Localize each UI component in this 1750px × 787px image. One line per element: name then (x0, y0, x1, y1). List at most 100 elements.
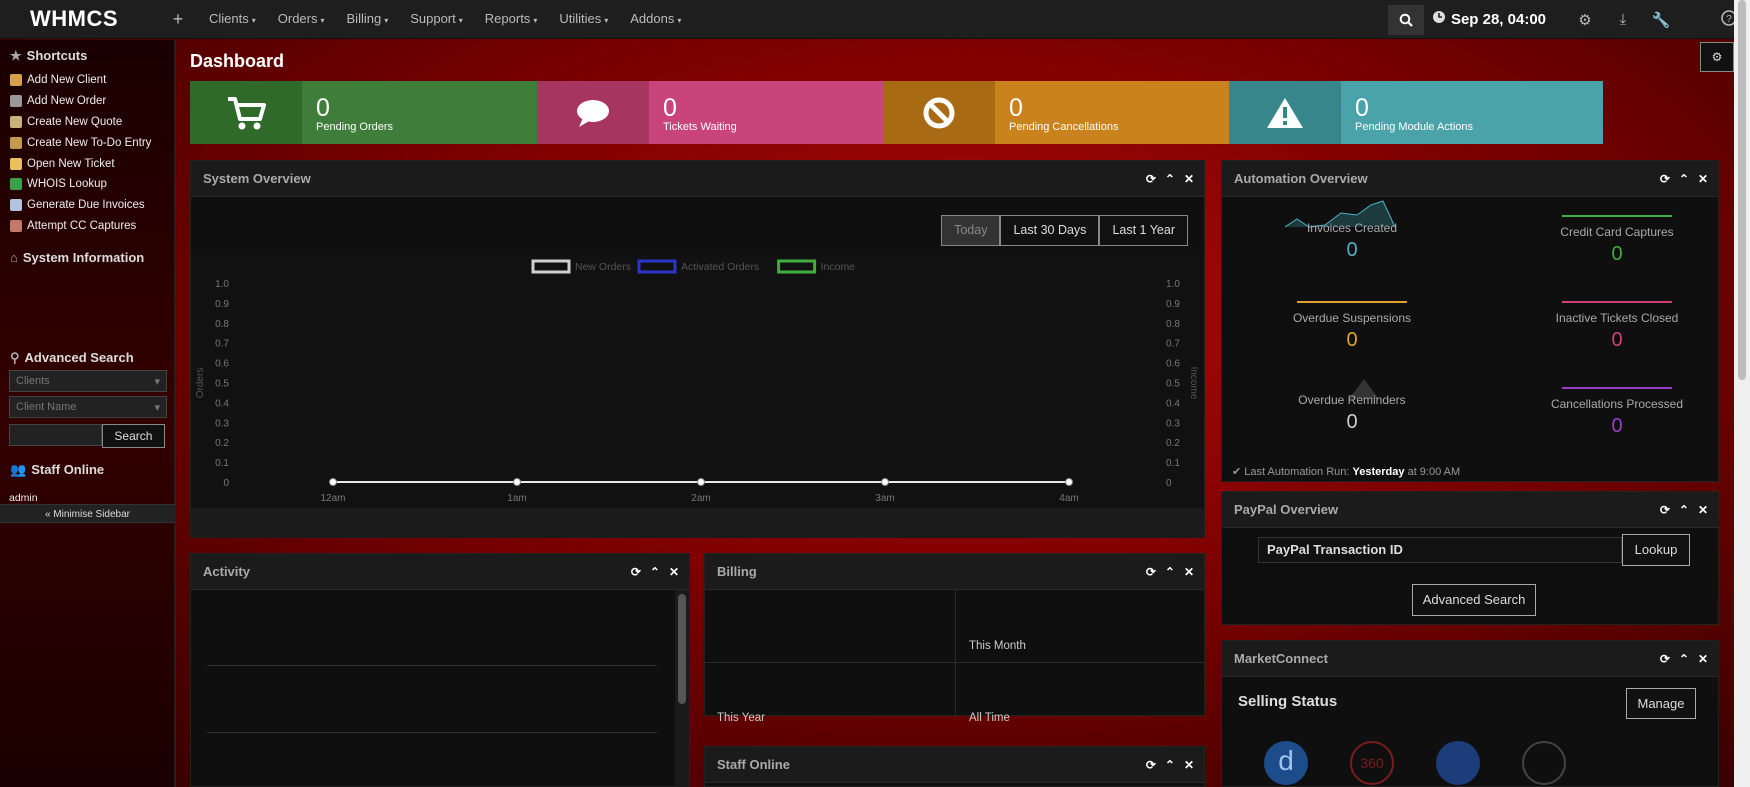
refresh-icon[interactable]: ⟳ (1146, 172, 1156, 186)
collapse-icon[interactable]: ⌃ (1679, 503, 1689, 517)
system-info-heading[interactable]: ⌂ System Information (0, 250, 174, 265)
refresh-icon[interactable]: ⟳ (1660, 503, 1670, 517)
stat-box-pending-module-actions[interactable]: 0 Pending Module Actions (1229, 81, 1603, 144)
caret-down-icon: ▾ (604, 15, 609, 25)
data-point[interactable] (697, 478, 705, 486)
gear-icon[interactable]: ⚙ (1566, 11, 1604, 29)
collapse-icon[interactable]: ⌃ (650, 565, 660, 579)
shortcut-icon (10, 136, 22, 149)
automation-sparkline (1297, 301, 1407, 303)
y-tick-label: 0.3 (215, 418, 229, 429)
automation-label: Overdue Reminders (1298, 393, 1406, 407)
close-icon[interactable]: ✕ (1184, 172, 1194, 186)
billing-divider (955, 590, 956, 717)
users-icon: 👥 (10, 462, 27, 478)
y-tick-label: 0.2 (215, 438, 229, 449)
activity-panel: Activity ⟳ ⌃ ✕ (190, 553, 690, 787)
automation-label: Inactive Tickets Closed (1555, 311, 1679, 325)
search-type-select[interactable]: Clients ▾ (9, 370, 167, 393)
stat-label: Tickets Waiting (663, 121, 737, 133)
panel-title: Automation Overview (1234, 171, 1368, 186)
search-field-select[interactable]: Client Name ▾ (9, 396, 167, 419)
shortcut-item[interactable]: Attempt CC Captures (0, 216, 174, 237)
menu-item-billing[interactable]: Billing ▾ (336, 0, 400, 40)
shortcuts-title: Shortcuts (26, 48, 88, 63)
collapse-icon[interactable]: ⌃ (1165, 565, 1175, 579)
download-icon[interactable]: ⤓ (1604, 11, 1642, 28)
stat-box-pending-orders[interactable]: 0 Pending Orders (190, 81, 564, 144)
minimise-sidebar-button[interactable]: « Minimise Sidebar (0, 504, 175, 523)
range-button-today[interactable]: Today (941, 215, 1001, 246)
shortcut-item[interactable]: Generate Due Invoices (0, 195, 174, 216)
shortcut-label: Create New Quote (27, 115, 123, 128)
main-menu: Clients ▾ Orders ▾ Billing ▾ Support ▾ Reports ▾ U… (198, 0, 692, 40)
widget-settings-button[interactable]: ⚙ (1700, 42, 1734, 72)
panel-title: Billing (717, 564, 757, 579)
collapse-icon[interactable]: ⌃ (1679, 652, 1689, 666)
system-info-title: System Information (22, 250, 145, 266)
whmcs-logo[interactable]: WHMCS (0, 0, 158, 39)
search-row: Search (9, 424, 165, 449)
automation-stat: Inactive Tickets Closed 0 (1517, 301, 1717, 352)
search-input[interactable] (9, 424, 102, 447)
panel-tools: ⟳ ⌃ ✕ (1146, 161, 1194, 197)
caret-down-icon: ▾ (320, 15, 325, 25)
menu-item-addons[interactable]: Addons ▾ (619, 0, 692, 40)
stat-box-pending-cancellations[interactable]: 0 Pending Cancellations (883, 81, 1257, 144)
close-icon[interactable]: ✕ (1698, 172, 1708, 186)
y2-tick-label: 0.9 (1166, 299, 1180, 310)
menu-label: Utilities (559, 10, 602, 26)
close-icon[interactable]: ✕ (1698, 503, 1708, 517)
y2-tick-label: 0.1 (1166, 458, 1180, 469)
close-icon[interactable]: ✕ (1184, 565, 1194, 579)
close-icon[interactable]: ✕ (669, 565, 679, 579)
activity-scrollbar[interactable] (675, 590, 689, 787)
page-scrollbar-thumb[interactable] (1738, 0, 1746, 380)
menu-item-utilities[interactable]: Utilities ▾ (548, 0, 619, 40)
data-point[interactable] (881, 478, 889, 486)
menu-item-support[interactable]: Support ▾ (399, 0, 474, 40)
stat-text: 0 Tickets Waiting (649, 81, 737, 144)
refresh-icon[interactable]: ⟳ (1146, 565, 1156, 579)
menu-item-reports[interactable]: Reports ▾ (474, 0, 549, 40)
search-icon[interactable] (1387, 4, 1424, 35)
collapse-icon[interactable]: ⌃ (1165, 758, 1175, 772)
refresh-icon[interactable]: ⟳ (1146, 758, 1156, 772)
manage-button[interactable]: Manage (1626, 688, 1696, 719)
data-point[interactable] (329, 478, 337, 486)
data-point[interactable] (513, 478, 521, 486)
shortcut-item[interactable]: Open New Ticket (0, 153, 174, 174)
shortcut-item[interactable]: WHOIS Lookup (0, 174, 174, 195)
plus-icon[interactable]: + (158, 9, 198, 30)
refresh-icon[interactable]: ⟳ (1660, 172, 1670, 186)
close-icon[interactable]: ✕ (1698, 652, 1708, 666)
wrench-icon[interactable]: 🔧 (1642, 11, 1680, 29)
automation-sparkline (1562, 387, 1672, 389)
stat-box-tickets-waiting[interactable]: 0 Tickets Waiting (537, 81, 911, 144)
comment-icon (537, 81, 649, 144)
range-button-last-30-days[interactable]: Last 30 Days (1000, 215, 1100, 246)
range-button-last-1-year[interactable]: Last 1 Year (1099, 215, 1188, 246)
collapse-icon[interactable]: ⌃ (1165, 172, 1175, 186)
menu-item-orders[interactable]: Orders ▾ (267, 0, 336, 40)
shortcut-item[interactable]: Create New Quote (0, 112, 174, 133)
close-icon[interactable]: ✕ (1184, 758, 1194, 772)
shortcut-item[interactable]: Add New Client (0, 70, 174, 91)
advanced-search-button[interactable]: Advanced Search (1412, 584, 1536, 616)
refresh-icon[interactable]: ⟳ (631, 565, 641, 579)
y2-tick-label: 0.7 (1166, 339, 1180, 350)
menu-item-clients[interactable]: Clients ▾ (198, 0, 267, 40)
stat-text: 0 Pending Cancellations (995, 81, 1118, 144)
collapse-icon[interactable]: ⌃ (1679, 172, 1689, 186)
automation-label: Invoices Created (1306, 221, 1398, 235)
stat-label: Pending Module Actions (1355, 121, 1474, 133)
shortcut-item[interactable]: Add New Order (0, 91, 174, 112)
paypal-transaction-input[interactable]: PayPal Transaction ID (1258, 537, 1622, 563)
refresh-icon[interactable]: ⟳ (1660, 652, 1670, 666)
scrollbar-thumb[interactable] (678, 594, 686, 704)
lookup-button[interactable]: Lookup (1622, 534, 1690, 566)
data-point[interactable] (1065, 478, 1073, 486)
shortcut-item[interactable]: Create New To-Do Entry (0, 132, 174, 153)
page-scrollbar[interactable] (1734, 0, 1750, 787)
search-button[interactable]: Search (101, 424, 165, 449)
